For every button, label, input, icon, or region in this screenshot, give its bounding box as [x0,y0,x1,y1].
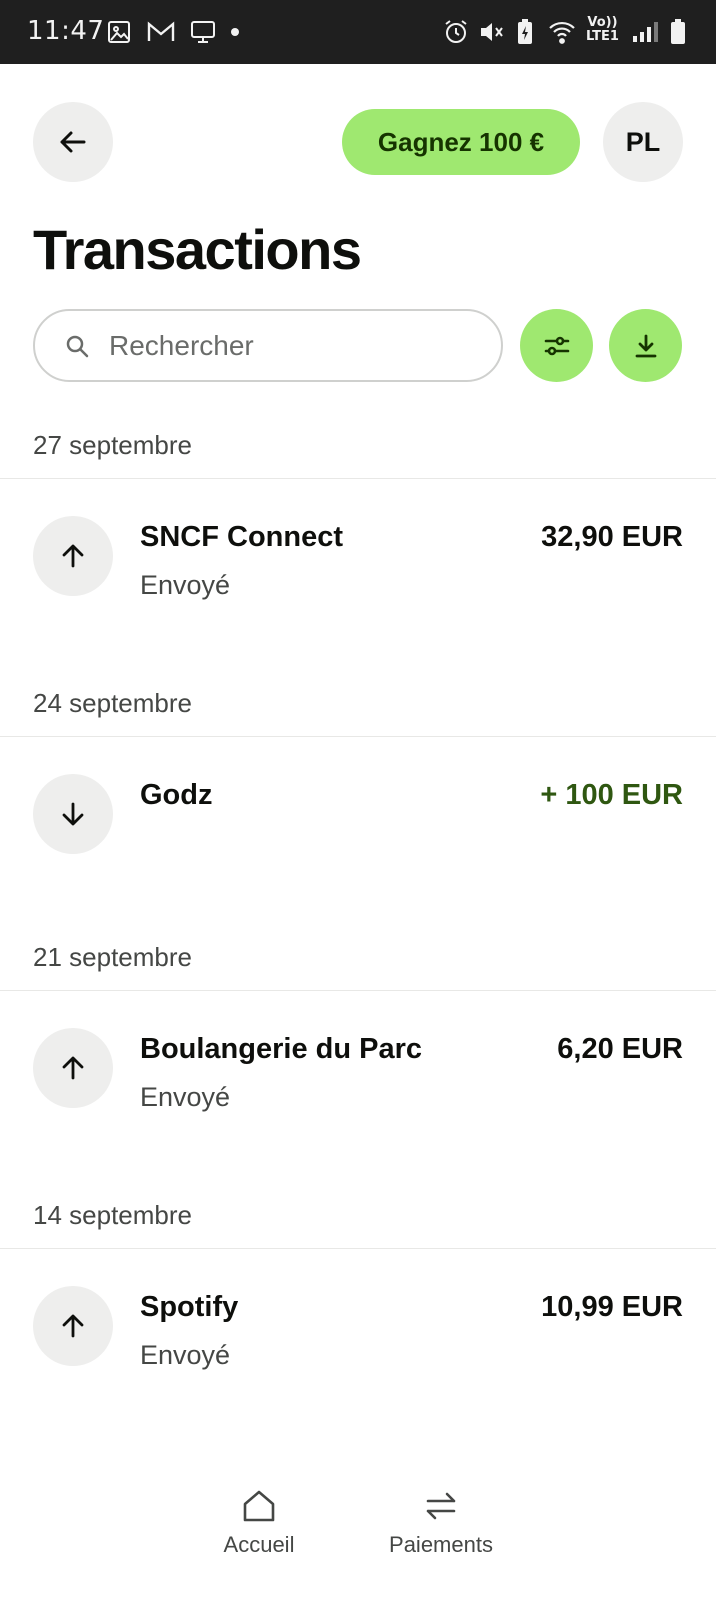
promo-button[interactable]: Gagnez 100 € [342,109,580,175]
dot-icon [230,18,240,46]
home-icon [243,1490,275,1522]
search-placeholder: Rechercher [109,329,254,361]
transaction-amount: 6,20 EUR [557,1033,683,1065]
transaction-name[interactable]: Godz [140,779,213,812]
sent-icon [33,516,113,596]
transaction-status: Envoyé [140,1082,231,1112]
date-header: 21 septembre [33,942,192,972]
avatar[interactable]: PL [603,102,683,182]
divider [0,736,716,737]
transaction-amount: 32,90 EUR [541,521,683,553]
network-label: Vo)) LTE1 [586,15,619,44]
mute-icon [479,18,505,46]
transaction-name[interactable]: SNCF Connect [140,521,343,554]
arrow-down-icon [62,802,84,826]
transfer-icon [426,1492,456,1520]
image-icon [107,18,131,46]
divider [0,990,716,991]
signal-icon [632,18,658,46]
transaction-amount: + 100 EUR [540,779,683,811]
arrow-left-icon [60,131,86,153]
download-icon [635,334,656,357]
status-bar: 11:47 Vo)) LTE1 [0,0,716,64]
gmail-icon [147,18,175,46]
filter-sliders-icon [544,336,569,355]
divider [0,478,716,479]
arrow-up-icon [62,544,84,568]
alarm-icon [443,18,469,46]
sent-icon [33,1028,113,1108]
cast-icon [190,18,216,46]
transaction-status: Envoyé [140,1340,231,1370]
received-icon [33,774,113,854]
nav-label: Paiements [389,1532,493,1557]
date-header: 24 septembre [33,688,192,718]
search-icon [66,335,89,357]
date-header: 14 septembre [33,1200,192,1230]
transaction-name[interactable]: Boulangerie du Parc [140,1033,422,1066]
wifi-icon [548,18,576,46]
filter-button[interactable] [520,309,593,382]
status-time: 11:47 [27,16,105,46]
nav-label: Accueil [223,1532,295,1557]
download-button[interactable] [609,309,682,382]
battery-icon [670,18,686,46]
divider [0,1248,716,1249]
transaction-name[interactable]: Spotify [140,1291,238,1324]
nav-paiements[interactable]: Paiements [376,1488,506,1558]
date-header: 27 septembre [33,430,192,460]
battery-saver-icon [517,18,533,46]
search-input[interactable]: Rechercher [33,309,503,382]
nav-accueil[interactable]: Accueil [194,1488,324,1558]
back-button[interactable] [33,102,113,182]
arrow-up-icon [62,1056,84,1080]
arrow-up-icon [62,1314,84,1338]
transaction-status: Envoyé [140,570,231,600]
page-title: Transactions [33,218,362,281]
sent-icon [33,1286,113,1366]
transaction-amount: 10,99 EUR [541,1291,683,1323]
